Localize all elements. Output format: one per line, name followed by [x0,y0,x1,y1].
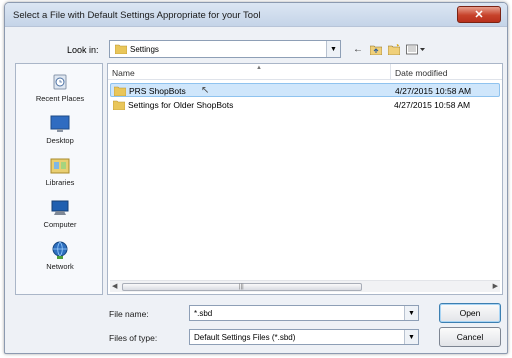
folder-icon [113,100,125,110]
file-name: Settings for Older ShopBots [128,100,234,110]
grip-icon: ||| [239,284,244,290]
place-libraries[interactable]: Libraries [16,156,104,187]
column-name-header[interactable]: Name [112,68,135,78]
sort-caret-icon: ▲ [256,65,262,71]
back-icon[interactable]: ← [351,42,365,56]
file-dialog: Select a File with Default Settings Appr… [4,2,508,354]
place-label: Network [46,262,74,271]
close-button[interactable]: ✕ [457,6,501,23]
file-list[interactable]: Name ▲ Date modified PRS ShopBots ↖ 4/27… [107,63,503,295]
file-date: 4/27/2015 10:58 AM [395,86,472,96]
place-label: Recent Places [35,94,85,103]
lookin-value: Settings [130,45,159,54]
place-label: Desktop [46,136,74,145]
chevron-down-icon[interactable]: ▼ [404,330,418,344]
place-label: Libraries [45,178,75,187]
column-header: Name ▲ Date modified [108,64,502,80]
network-icon [52,241,68,259]
place-label: Computer [43,220,77,229]
view-menu-icon[interactable] [405,42,427,56]
place-recent-places[interactable]: Recent Places [16,72,104,103]
cancel-button[interactable]: Cancel [439,327,501,347]
place-computer[interactable]: Computer [16,198,104,229]
scroll-left-icon[interactable]: ◀ [112,282,117,290]
column-date-header[interactable]: Date modified [395,68,447,78]
column-separator[interactable] [390,64,391,80]
horizontal-scrollbar[interactable]: ◀ ||| ▶ [110,280,500,292]
filename-value: *.sbd [194,309,213,318]
filename-field[interactable]: *.sbd ▼ [189,305,419,321]
up-folder-icon[interactable] [369,42,383,56]
recent-places-icon [53,74,67,90]
scroll-right-icon[interactable]: ▶ [493,282,498,290]
folder-icon [114,86,126,96]
scrollbar-thumb[interactable]: ||| [122,283,362,291]
computer-icon [51,200,69,215]
file-name: PRS ShopBots [129,86,186,96]
filetype-dropdown[interactable]: Default Settings Files (*.sbd) ▼ [189,329,419,345]
folder-icon [115,44,127,54]
file-date: 4/27/2015 10:58 AM [394,100,471,110]
open-button[interactable]: Open [439,303,501,323]
libraries-icon [50,158,70,174]
filetype-value: Default Settings Files (*.sbd) [194,333,296,342]
place-desktop[interactable]: Desktop [16,114,104,145]
list-item[interactable]: Settings for Older ShopBots 4/27/2015 10… [110,98,500,112]
list-item[interactable]: PRS ShopBots ↖ 4/27/2015 10:58 AM [110,83,500,97]
title-bar[interactable]: Select a File with Default Settings Appr… [5,3,507,27]
desktop-icon [50,115,70,132]
dialog-title: Select a File with Default Settings Appr… [13,10,261,21]
new-folder-icon[interactable] [387,42,401,56]
filetype-label: Files of type: [109,333,158,343]
places-bar: Recent Places Desktop Libraries Computer [15,63,103,295]
lookin-label: Look in: [67,45,99,55]
chevron-down-icon[interactable]: ▼ [326,41,340,57]
pointer-cursor-icon: ↖ [201,85,210,96]
lookin-dropdown[interactable]: Settings ▼ [109,40,341,58]
navigation-toolbar: ← [351,41,427,57]
place-network[interactable]: Network [16,240,104,271]
filename-label: File name: [109,309,149,319]
chevron-down-icon[interactable]: ▼ [404,306,418,320]
